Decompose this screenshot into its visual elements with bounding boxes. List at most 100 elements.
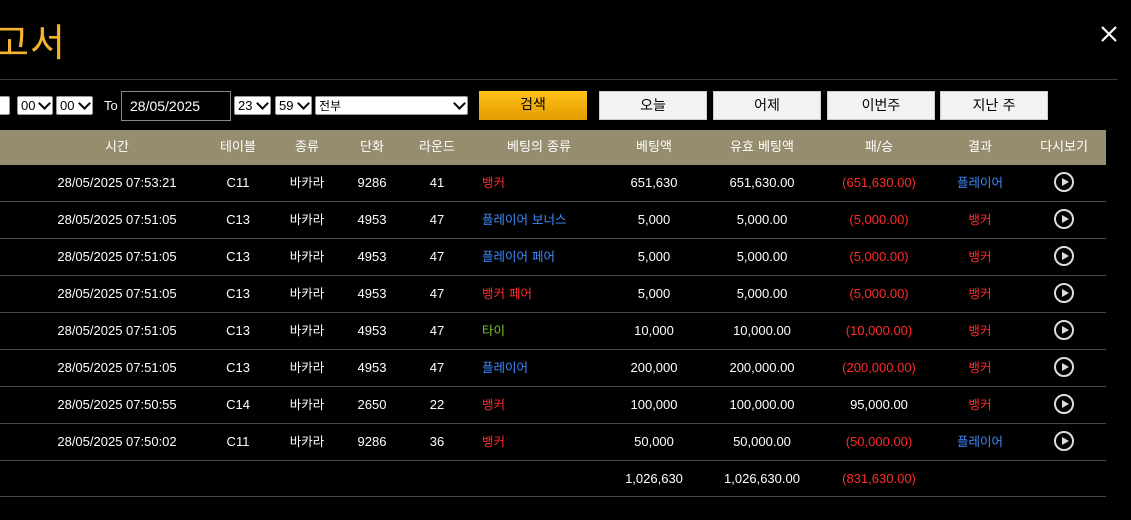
- play-icon[interactable]: [1054, 172, 1074, 192]
- cell-bet-type: 뱅커: [482, 175, 506, 190]
- cell-bet-type: 뱅커: [482, 434, 506, 449]
- cell-win-loss: (200,000.00): [842, 360, 916, 375]
- cell-valid: 100,000.00: [729, 397, 795, 412]
- table-row: 28/05/2025 07:51:05 C13 바카라 4953 47 뱅커 페…: [0, 276, 1106, 313]
- cell-valid: 5,000.00: [736, 212, 788, 227]
- to-date-input[interactable]: 28/05/2025: [121, 91, 231, 121]
- last-week-button[interactable]: 지난 주: [940, 91, 1048, 120]
- close-icon[interactable]: [1097, 22, 1121, 46]
- cell-time: 28/05/2025 07:51:05: [57, 212, 177, 227]
- play-icon[interactable]: [1054, 246, 1074, 266]
- cell-round: 47: [429, 323, 445, 338]
- search-button[interactable]: 검색: [479, 91, 587, 120]
- header-time: 시간: [105, 140, 129, 155]
- cell-amount: 5,000: [637, 249, 671, 264]
- play-icon[interactable]: [1054, 431, 1074, 451]
- cell-kind: 바카라: [289, 323, 325, 338]
- cell-valid: 200,000.00: [729, 360, 795, 375]
- cell-shoe: 4953: [357, 249, 387, 264]
- cell-result: 뱅커: [968, 212, 992, 227]
- table-row: 28/05/2025 07:51:05 C13 바카라 4953 47 플레이어…: [0, 239, 1106, 276]
- cell-amount: 10,000: [634, 323, 674, 338]
- cell-win-loss: (50,000.00): [845, 434, 913, 449]
- cell-kind: 바카라: [289, 360, 325, 375]
- cell-table: C13: [226, 323, 250, 338]
- cell-bet-type: 타이: [482, 323, 506, 338]
- from-hour-select[interactable]: 00: [17, 96, 53, 115]
- cell-table: C13: [226, 286, 250, 301]
- header-round: 라운드: [419, 140, 455, 155]
- cell-table: C13: [226, 212, 250, 227]
- play-icon[interactable]: [1054, 283, 1074, 303]
- cell-bet-type: 뱅커 페어: [482, 286, 532, 301]
- play-icon[interactable]: [1054, 394, 1074, 414]
- header-divider: [0, 79, 1118, 80]
- play-icon[interactable]: [1054, 209, 1074, 229]
- table-row: 28/05/2025 07:50:02 C11 바카라 9286 36 뱅커 5…: [0, 424, 1106, 461]
- cell-kind: 바카라: [289, 286, 325, 301]
- cell-round: 47: [429, 286, 445, 301]
- to-hour-select[interactable]: 23: [234, 96, 271, 115]
- cell-shoe: 4953: [357, 212, 387, 227]
- chevron-down-icon: [453, 97, 466, 110]
- this-week-button[interactable]: 이번주: [827, 91, 935, 120]
- cell-valid: 50,000.00: [733, 434, 791, 449]
- cell-round: 41: [429, 175, 445, 190]
- cell-round: 36: [429, 434, 445, 449]
- cell-round: 47: [429, 360, 445, 375]
- cell-shoe: 9286: [357, 434, 387, 449]
- cell-win-loss: (5,000.00): [849, 286, 909, 301]
- from-date-select-edge[interactable]: [0, 96, 10, 115]
- chevron-down-icon: [78, 97, 91, 110]
- play-icon[interactable]: [1054, 320, 1074, 340]
- cell-round: 22: [429, 397, 445, 412]
- cell-shoe: 4953: [357, 323, 387, 338]
- to-minute-select[interactable]: 59: [275, 96, 312, 115]
- header-valid-bet: 유효 베팅액: [730, 140, 794, 155]
- from-hour-value: 00: [21, 98, 36, 113]
- cell-time: 28/05/2025 07:53:21: [57, 175, 177, 190]
- cell-amount: 5,000: [637, 212, 671, 227]
- cell-amount: 100,000: [630, 397, 678, 412]
- header-shoe: 단화: [360, 140, 384, 155]
- cell-win-loss: (651,630.00): [842, 175, 916, 190]
- table-row: 28/05/2025 07:51:05 C13 바카라 4953 47 플레이어…: [0, 350, 1106, 387]
- total-amount: 1,026,630: [625, 471, 683, 486]
- total-win-loss: (831,630.00): [842, 471, 916, 486]
- cell-bet-type: 뱅커: [482, 397, 506, 412]
- yesterday-button[interactable]: 어제: [713, 91, 821, 120]
- cell-bet-type: 플레이어 보너스: [482, 212, 567, 227]
- cell-result: 뱅커: [968, 397, 992, 412]
- game-type-select[interactable]: 전부: [315, 96, 468, 115]
- page-title: 고서: [0, 21, 66, 65]
- cell-time: 28/05/2025 07:51:05: [57, 360, 177, 375]
- cell-shoe: 9286: [357, 175, 387, 190]
- cell-shoe: 2650: [357, 397, 387, 412]
- cell-result: 뱅커: [968, 360, 992, 375]
- cell-time: 28/05/2025 07:50:02: [57, 434, 177, 449]
- play-icon[interactable]: [1054, 357, 1074, 377]
- cell-table: C11: [226, 175, 250, 190]
- cell-table: C11: [226, 434, 250, 449]
- cell-kind: 바카라: [289, 175, 325, 190]
- from-minute-select[interactable]: 00: [56, 96, 93, 115]
- header-bet-type: 베팅의 종류: [507, 140, 571, 155]
- cell-valid: 5,000.00: [736, 249, 788, 264]
- table-header: 시간 테이블 종류 단화 라운드 베팅의 종류 베팅액 유효 베팅액 패/승 결…: [0, 130, 1106, 165]
- to-hour-value: 23: [238, 98, 253, 113]
- cell-time: 28/05/2025 07:51:05: [57, 323, 177, 338]
- cell-table: C13: [226, 249, 250, 264]
- table-row: 28/05/2025 07:51:05 C13 바카라 4953 47 타이 1…: [0, 313, 1106, 350]
- totals-row: 1,026,630 1,026,630.00 (831,630.00): [0, 461, 1106, 497]
- chevron-down-icon: [256, 97, 269, 110]
- cell-win-loss: 95,000.00: [850, 397, 908, 412]
- today-button[interactable]: 오늘: [599, 91, 707, 120]
- cell-time: 28/05/2025 07:51:05: [57, 286, 177, 301]
- cell-result: 뱅커: [968, 286, 992, 301]
- cell-kind: 바카라: [289, 212, 325, 227]
- cell-amount: 200,000: [630, 360, 678, 375]
- cell-kind: 바카라: [289, 397, 325, 412]
- cell-valid: 10,000.00: [733, 323, 791, 338]
- total-valid: 1,026,630.00: [724, 471, 800, 486]
- cell-win-loss: (10,000.00): [845, 323, 913, 338]
